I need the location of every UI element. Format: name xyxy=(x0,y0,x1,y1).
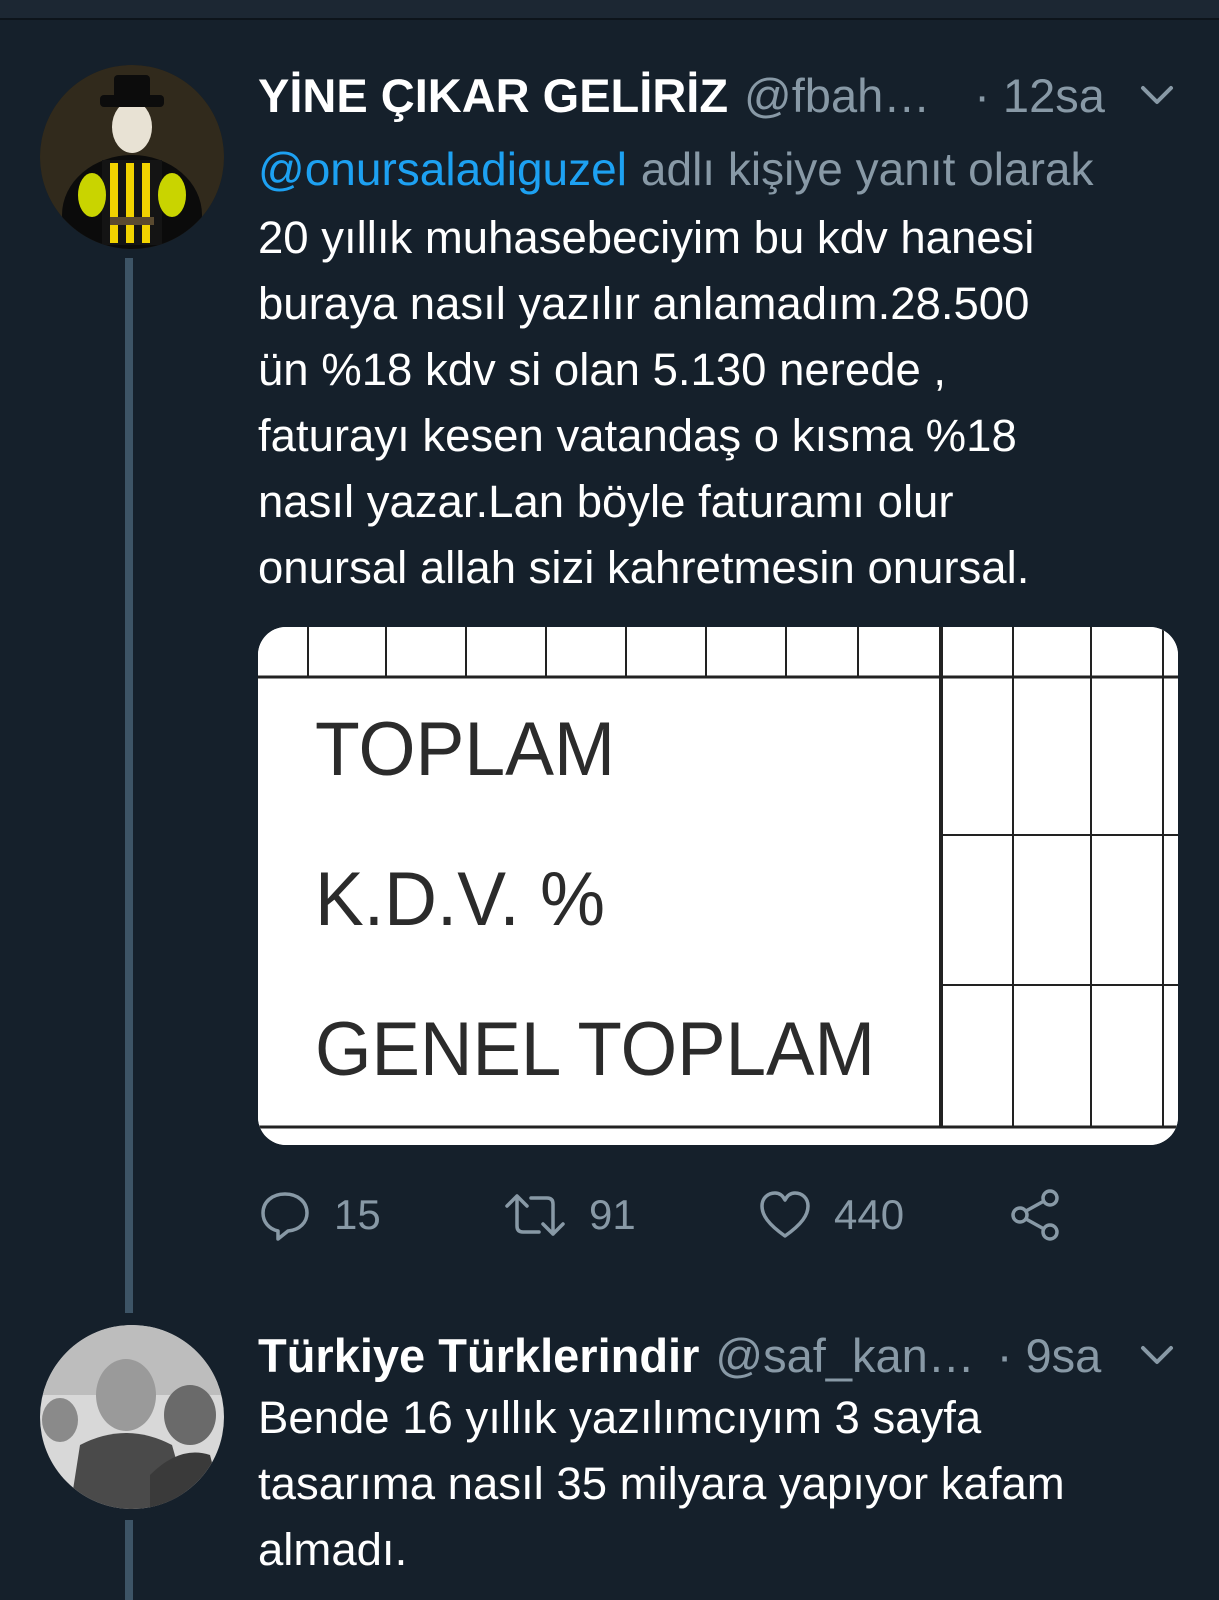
chevron-down-icon[interactable] xyxy=(1135,73,1179,117)
tweet-actions: 15 91 440 xyxy=(258,1185,1078,1245)
timestamp[interactable]: · 12sa xyxy=(974,68,1105,123)
reply-icon xyxy=(261,1192,309,1241)
user-handle[interactable]: @fbah… xyxy=(744,68,930,123)
retweet-icon xyxy=(505,1194,565,1236)
tweet-header: YİNE ÇIKAR GELİRİZ @fbah… · 12sa xyxy=(258,65,1179,125)
avatar[interactable] xyxy=(40,65,224,249)
avatar-image xyxy=(40,65,224,249)
display-name[interactable]: YİNE ÇIKAR GELİRİZ xyxy=(258,68,728,123)
tweet-text-line: buraya nasıl yazılır anlamadım.28.500 xyxy=(258,278,1030,329)
tweet-text-line: nasıl yazar.Lan böyle faturamı olur xyxy=(258,476,954,527)
chevron-down-icon[interactable] xyxy=(1135,1333,1179,1377)
invoice-label-genel-toplam: GENEL TOPLAM xyxy=(315,1007,875,1092)
reply-context: @onursaladiguzel adlı kişiye yanıt olarak xyxy=(258,142,1179,196)
tweet-text-line: ün %18 kdv si olan 5.130 nerede , xyxy=(258,344,947,395)
tweet-text-line: tasarıma nasıl 35 milyara yapıyor kafam xyxy=(258,1458,1065,1509)
tweet-text-line: Bende 16 yıllık yazılımcıyım 3 sayfa xyxy=(258,1392,982,1443)
share-button[interactable] xyxy=(1008,1185,1062,1245)
retweet-count: 91 xyxy=(589,1191,636,1238)
tweet-text: Bende 16 yıllık yazılımcıyım 3 sayfa tas… xyxy=(258,1385,1188,1583)
tweet-media-image[interactable]: TOPLAM K.D.V. % GENEL TOPLAM xyxy=(258,627,1178,1145)
tweet-text-line: onursal allah sizi kahretmesin onursal. xyxy=(258,542,1030,593)
tweet-text-line: faturayı kesen vatandaş o kısma %18 xyxy=(258,410,1017,461)
tweet-text-line: 20 yıllık muhasebeciyim bu kdv hanesi xyxy=(258,212,1035,263)
invoice-image: TOPLAM K.D.V. % GENEL TOPLAM xyxy=(258,627,1178,1145)
like-button[interactable]: 440 xyxy=(758,1185,904,1245)
tweet-text-line: almadı. xyxy=(258,1524,408,1575)
display-name[interactable]: Türkiye Türklerindir xyxy=(258,1328,699,1383)
like-count: 440 xyxy=(834,1191,905,1238)
tweet-1[interactable]: YİNE ÇIKAR GELİRİZ @fbah… · 12sa @onursa… xyxy=(0,0,1219,1300)
reply-mention-link[interactable]: @onursaladiguzel xyxy=(258,143,627,195)
avatar[interactable] xyxy=(40,1325,224,1509)
tweet-2[interactable]: Türkiye Türklerindir @saf_kan… · 9sa Ben… xyxy=(0,1300,1219,1600)
heart-icon xyxy=(760,1191,810,1238)
avatar-image xyxy=(40,1325,224,1509)
tweet-header: Türkiye Türklerindir @saf_kan… · 9sa xyxy=(258,1325,1179,1385)
tweet-text: 20 yıllık muhasebeciyim bu kdv hanesi bu… xyxy=(258,205,1188,601)
user-handle[interactable]: @saf_kan… xyxy=(715,1328,974,1383)
timestamp[interactable]: · 9sa xyxy=(997,1328,1102,1383)
reply-count: 15 xyxy=(334,1191,381,1238)
invoice-label-kdv: K.D.V. % xyxy=(315,857,605,942)
invoice-label-toplam: TOPLAM xyxy=(315,707,615,792)
retweet-button[interactable]: 91 xyxy=(503,1185,636,1245)
reply-context-text: adlı kişiye yanıt olarak xyxy=(640,143,1094,195)
share-icon xyxy=(1011,1189,1059,1241)
reply-button[interactable]: 15 xyxy=(258,1185,381,1245)
